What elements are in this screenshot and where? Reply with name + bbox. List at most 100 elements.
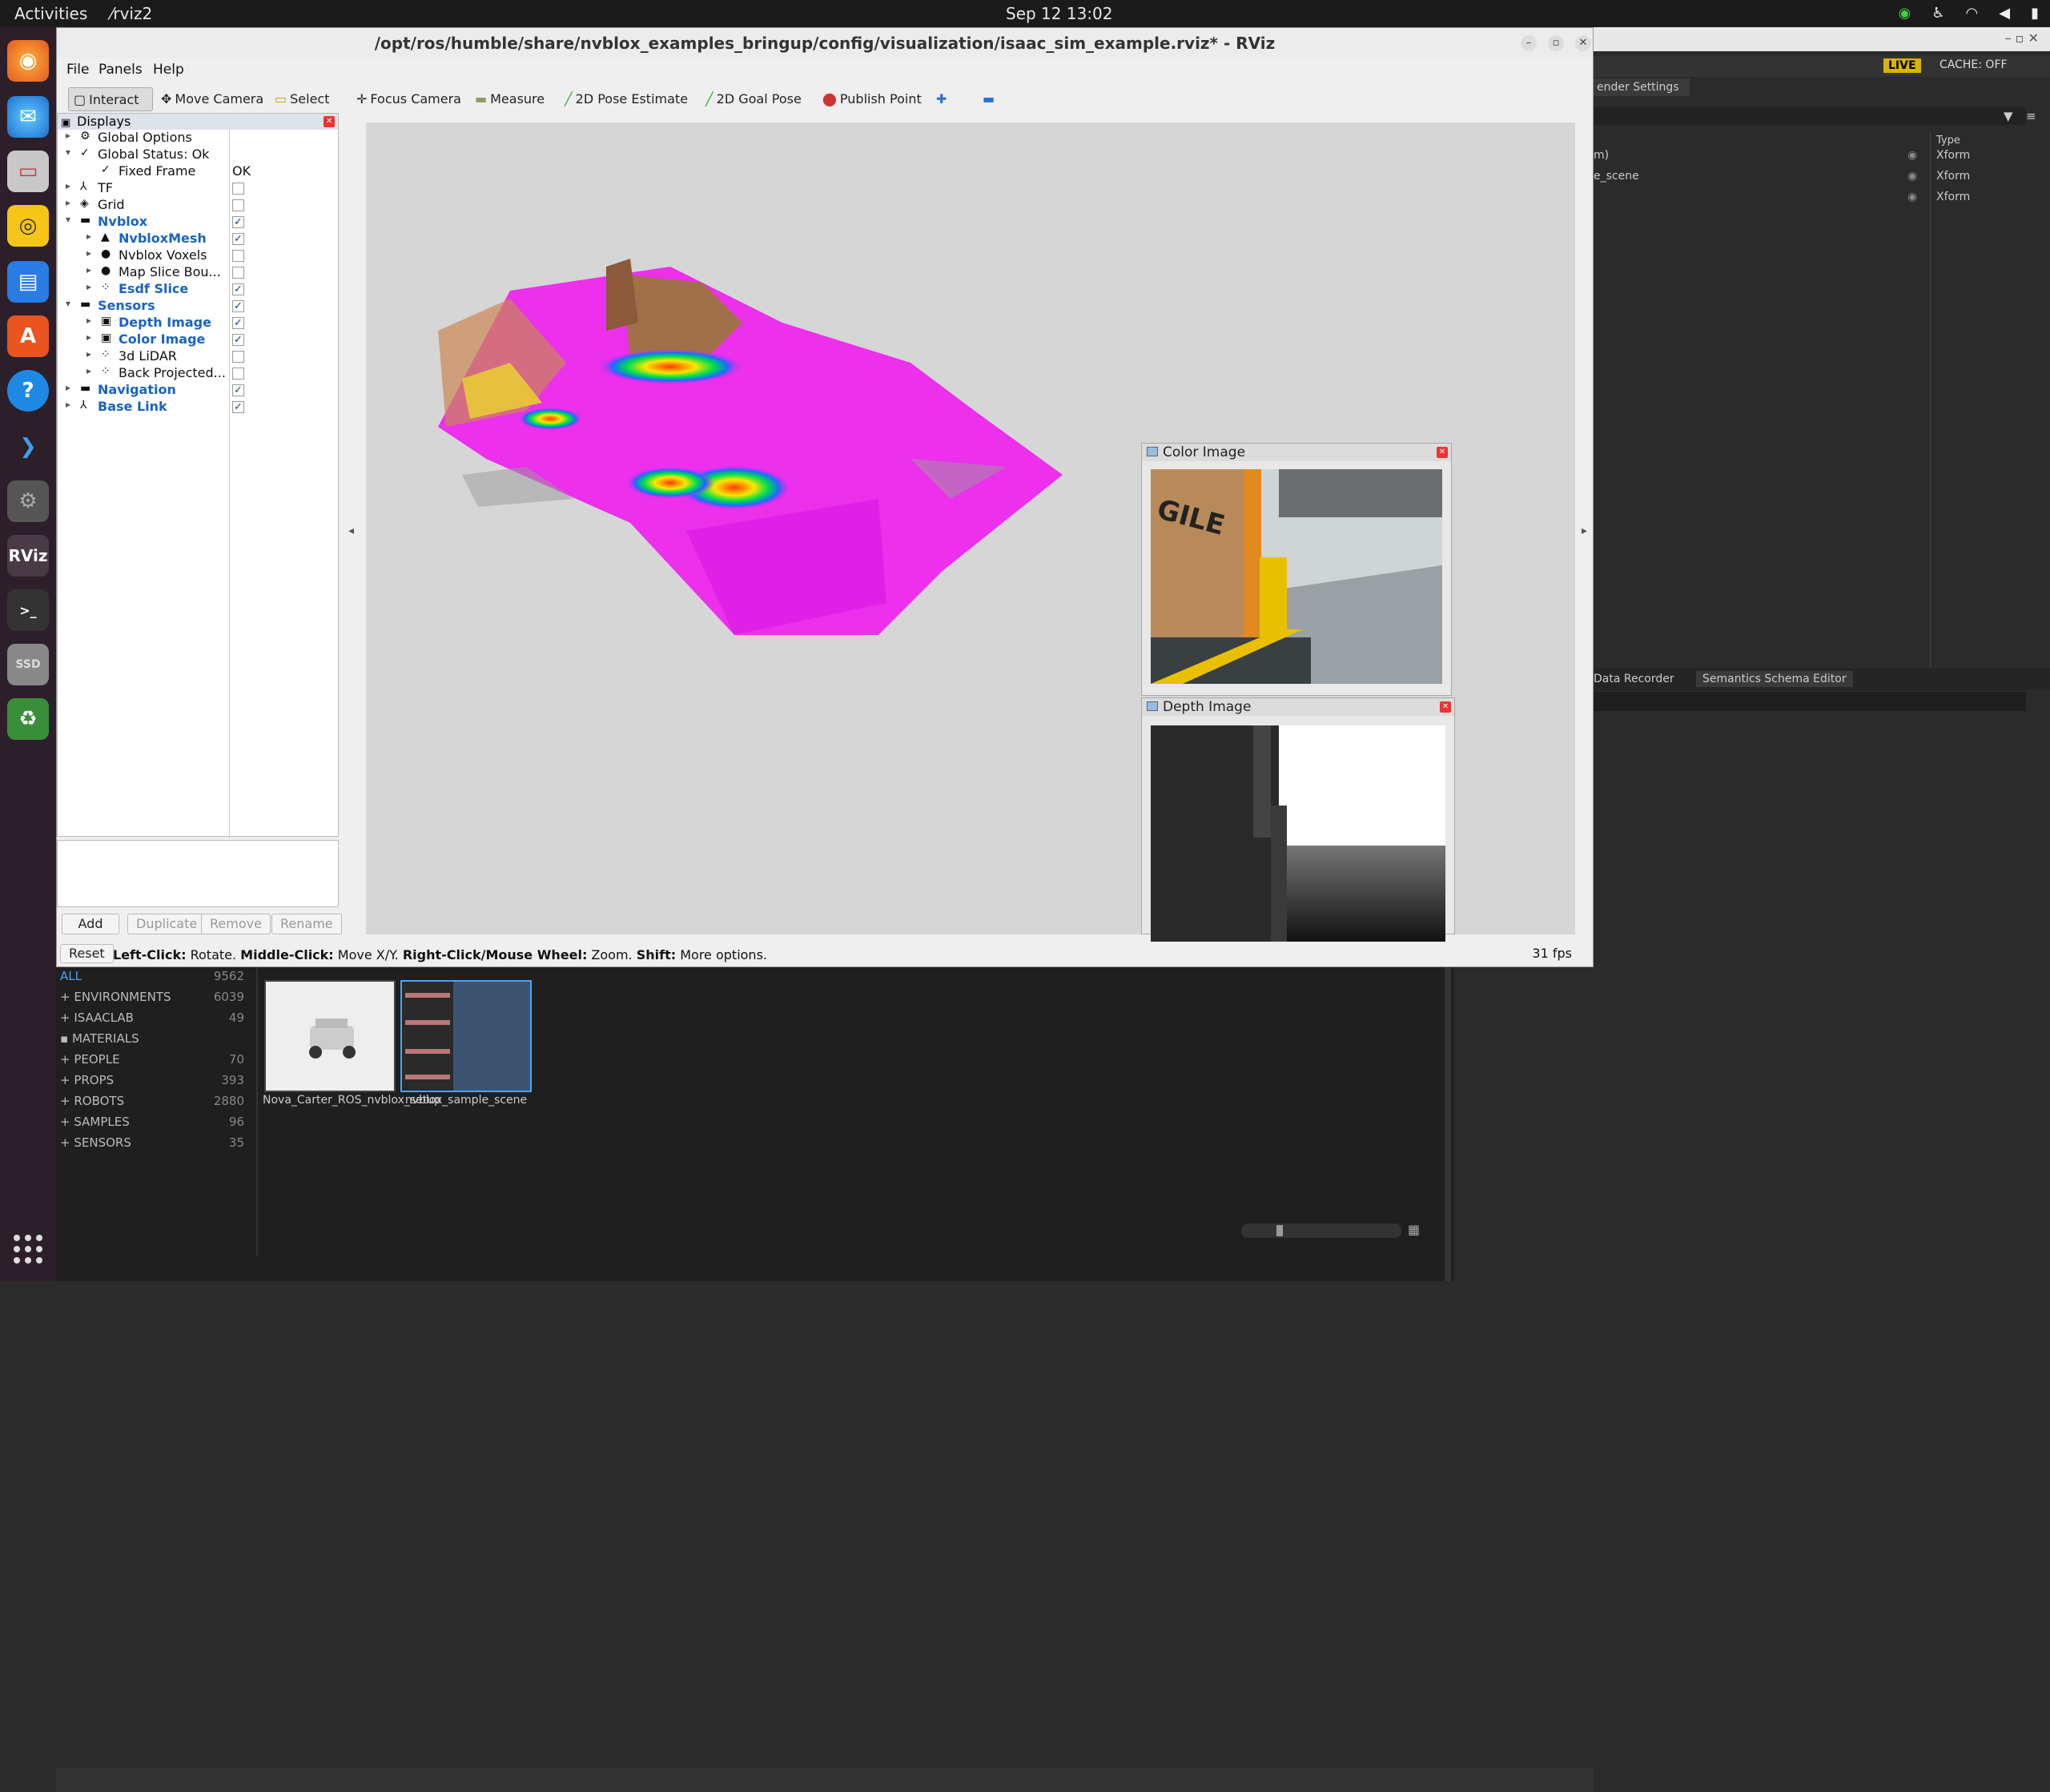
- menu-icon[interactable]: ≡: [2026, 109, 2036, 123]
- expand-arrow-icon[interactable]: ▸: [86, 365, 91, 376]
- close-button[interactable]: ✕: [1575, 35, 1591, 51]
- display-row[interactable]: ▾ ✓ Global Status: Ok: [58, 147, 338, 163]
- isaac-icon[interactable]: ⚙: [7, 480, 49, 522]
- enable-checkbox[interactable]: ✓: [232, 300, 244, 312]
- add-button[interactable]: Add: [62, 914, 119, 934]
- display-row[interactable]: ▸ ● Nvblox Voxels: [58, 247, 338, 264]
- thumbnail-size-slider[interactable]: [1241, 1223, 1401, 1238]
- display-row[interactable]: ▸ ⚙ Global Options: [58, 130, 338, 147]
- maximize-button[interactable]: ▫: [1548, 35, 1564, 51]
- enable-checkbox[interactable]: ✓: [232, 334, 244, 346]
- display-row[interactable]: ▸ ▲ NvbloxMesh ✓: [58, 231, 338, 247]
- duplicate-button[interactable]: Duplicate: [127, 914, 207, 934]
- enable-checkbox[interactable]: ✓: [232, 401, 244, 413]
- tool-2d-pose-estimate[interactable]: ╱ 2D Pose Estimate: [560, 87, 693, 111]
- expand-arrow-icon[interactable]: ▾: [66, 147, 70, 158]
- collapse-right-icon[interactable]: ▸: [1582, 524, 1587, 537]
- stage-row[interactable]: e_scene ◉ Xform: [1594, 170, 2042, 189]
- writer-icon[interactable]: ▤: [7, 261, 49, 303]
- category-sensors[interactable]: + SENSORS 35: [60, 1135, 244, 1156]
- category-props[interactable]: + PROPS 393: [60, 1073, 244, 1094]
- expand-arrow-icon[interactable]: ▸: [86, 331, 91, 343]
- tool-focus-camera[interactable]: ✛ Focus Camera: [352, 87, 466, 111]
- tool-select[interactable]: ▭ Select: [270, 87, 334, 111]
- display-row[interactable]: ▾ ▬ Nvblox ✓: [58, 214, 338, 231]
- display-row[interactable]: ▸ ▬ Navigation ✓: [58, 382, 338, 399]
- display-row[interactable]: ▸ ▣ Depth Image ✓: [58, 315, 338, 331]
- asset-thumbnail-selected[interactable]: [400, 980, 532, 1092]
- terminal-icon[interactable]: >_: [7, 589, 49, 631]
- filter-icon[interactable]: ▼: [2004, 109, 2013, 123]
- firefox-icon[interactable]: ◉: [7, 40, 49, 82]
- enable-checkbox[interactable]: ✓: [232, 384, 244, 396]
- add-tool-icon[interactable]: ✚: [931, 87, 951, 111]
- display-row[interactable]: ▸ ⁘ 3d LiDAR: [58, 348, 338, 365]
- display-row[interactable]: ▸ ⁘ Back Projected...: [58, 365, 338, 382]
- menu-file[interactable]: File: [66, 62, 89, 78]
- enable-checkbox[interactable]: ✓: [232, 233, 244, 245]
- category-samples[interactable]: + SAMPLES 96: [60, 1115, 244, 1135]
- expand-arrow-icon[interactable]: ▸: [66, 382, 70, 393]
- expand-arrow-icon[interactable]: ▸: [86, 264, 91, 275]
- display-row[interactable]: ▸ ⅄ TF: [58, 180, 338, 197]
- close-color-image-icon[interactable]: ✕: [1437, 447, 1448, 458]
- category-isaaclab[interactable]: + ISAACLAB 49: [60, 1011, 244, 1031]
- enable-checkbox[interactable]: [232, 250, 244, 262]
- isaac-window-controls[interactable]: – ▫ ✕: [2005, 30, 2039, 46]
- asset-thumbnail[interactable]: [264, 980, 396, 1092]
- close-depth-image-icon[interactable]: ✕: [1440, 701, 1451, 713]
- enable-checkbox[interactable]: [232, 351, 244, 363]
- grid-view-icon[interactable]: ▦: [1408, 1222, 1420, 1237]
- tab-data-recorder[interactable]: Data Recorder: [1594, 673, 1674, 685]
- enable-checkbox[interactable]: ✓: [232, 317, 244, 329]
- tool-2d-goal-pose[interactable]: ╱ 2D Goal Pose: [701, 87, 806, 111]
- 3d-viewport[interactable]: Color Image ✕ GILE Depth Image ✕: [366, 123, 1575, 942]
- accessibility-icon[interactable]: ♿: [1931, 5, 1944, 22]
- category-materials[interactable]: ▪ MATERIALS: [60, 1031, 244, 1052]
- display-row[interactable]: ▸ ◈ Grid: [58, 197, 338, 214]
- tool-interact[interactable]: ▢ Interact: [68, 87, 153, 111]
- live-badge[interactable]: LIVE: [1883, 58, 1921, 73]
- menu-panels[interactable]: Panels: [98, 62, 143, 78]
- clock[interactable]: Sep 12 13:02: [1006, 4, 1113, 23]
- menu-help[interactable]: Help: [153, 62, 184, 78]
- wifi-icon[interactable]: ◠: [1966, 5, 1979, 22]
- close-panel-icon[interactable]: ✕: [324, 116, 335, 127]
- window-title[interactable]: /opt/ros/humble/share/nvblox_examples_br…: [57, 28, 1593, 58]
- asset-name[interactable]: Nova_Carter_ROS_nvblox_setup: [263, 1094, 441, 1107]
- trash-icon[interactable]: ♻: [7, 698, 49, 740]
- recorder-field[interactable]: [1594, 692, 2026, 711]
- display-row[interactable]: ✓ Fixed Frame OK: [58, 163, 338, 180]
- expand-arrow-icon[interactable]: ▸: [86, 247, 91, 259]
- system-tray[interactable]: ◉ ♿ ◠ ◀ ▮: [1899, 5, 2039, 22]
- expand-arrow-icon[interactable]: ▸: [66, 130, 70, 141]
- ssd-icon[interactable]: SSD: [7, 644, 49, 685]
- cache-status[interactable]: CACHE: OFF: [1939, 58, 2008, 71]
- display-row[interactable]: ▸ ▣ Color Image ✓: [58, 331, 338, 348]
- splitter[interactable]: [1445, 967, 1451, 1281]
- stage-row[interactable]: m) ◉ Xform: [1594, 149, 2042, 168]
- display-row[interactable]: ▸ ● Map Slice Bou...: [58, 264, 338, 281]
- files-icon[interactable]: ▭: [7, 151, 49, 192]
- enable-checkbox[interactable]: [232, 368, 244, 380]
- expand-arrow-icon[interactable]: ▸: [86, 348, 91, 360]
- stage-search[interactable]: [1594, 107, 2026, 125]
- tab-semantics-schema-editor[interactable]: Semantics Schema Editor: [1696, 671, 1853, 687]
- expand-arrow-icon[interactable]: ▸: [86, 315, 91, 326]
- stage-row[interactable]: ◉ Xform: [1594, 191, 2042, 210]
- rename-button[interactable]: Rename: [271, 914, 342, 934]
- expand-arrow-icon[interactable]: ▾: [66, 298, 70, 309]
- expand-arrow-icon[interactable]: ▸: [86, 281, 91, 292]
- vscode-icon[interactable]: ❯: [7, 426, 49, 468]
- help-icon[interactable]: ?: [7, 370, 49, 412]
- expand-arrow-icon[interactable]: ▸: [86, 231, 91, 242]
- enable-checkbox[interactable]: ✓: [232, 216, 244, 228]
- minimize-button[interactable]: –: [1521, 35, 1537, 51]
- expand-arrow-icon[interactable]: ▸: [66, 180, 70, 191]
- expand-arrow-icon[interactable]: ▾: [66, 214, 70, 225]
- display-row[interactable]: ▸ ⁘ Esdf Slice ✓: [58, 281, 338, 298]
- category-robots[interactable]: + ROBOTS 2880: [60, 1094, 244, 1115]
- expand-arrow-icon[interactable]: ▸: [66, 197, 70, 208]
- activities-button[interactable]: Activities: [14, 4, 87, 23]
- category-people[interactable]: + PEOPLE 70: [60, 1052, 244, 1073]
